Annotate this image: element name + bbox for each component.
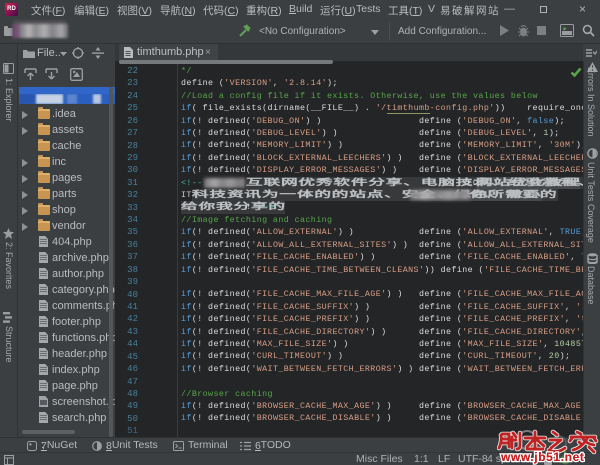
svg-text:www.jb51.net: www.jb51.net <box>500 450 584 464</box>
